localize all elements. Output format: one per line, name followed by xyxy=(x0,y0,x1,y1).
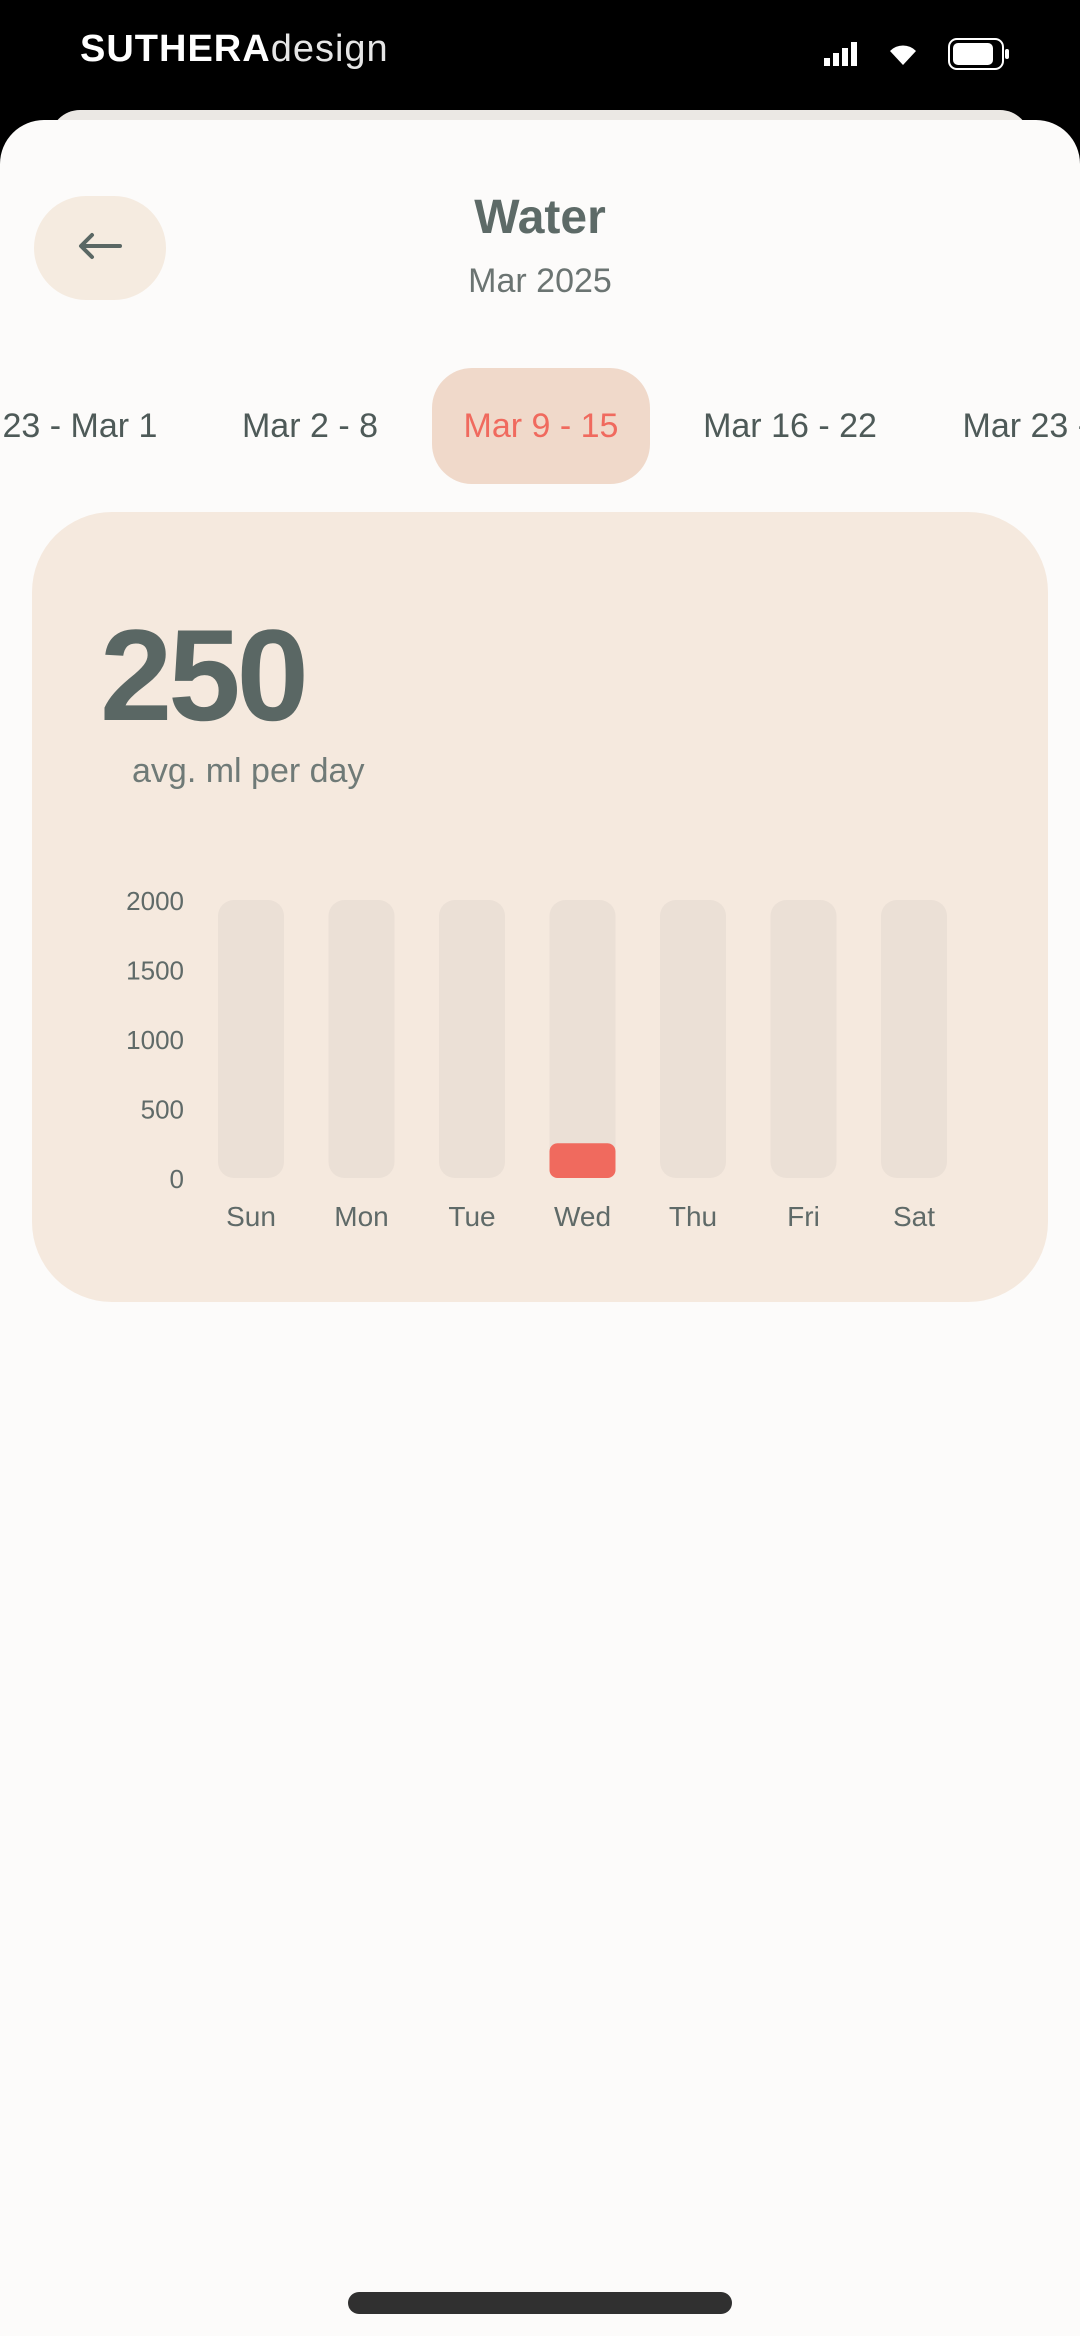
week-tab-active[interactable]: Mar 9 - 15 xyxy=(432,368,650,484)
brand-bold: SUTHERA xyxy=(80,28,271,70)
battery-icon xyxy=(948,38,1010,70)
wifi-icon xyxy=(886,41,920,67)
page-title: Water xyxy=(474,191,606,244)
page-subtitle: Mar 2025 xyxy=(468,262,612,300)
status-icons xyxy=(824,38,1010,70)
home-indicator xyxy=(348,2292,732,2314)
week-selector: 23 - Mar 1 Mar 2 - 8 Mar 9 - 15 Mar 16 -… xyxy=(0,368,1080,484)
summary-value: 250 xyxy=(100,602,309,748)
brand-light: design xyxy=(270,28,389,70)
week-tab[interactable]: 23 - Mar 1 xyxy=(0,368,180,484)
status-bar: SUTHERAdesign xyxy=(0,0,1080,110)
summary-label: avg. ml per day xyxy=(132,752,365,790)
week-tab[interactable]: Mar 2 - 8 xyxy=(220,368,400,484)
status-brand: SUTHERAdesign xyxy=(80,28,389,71)
week-tab[interactable]: Mar 16 - 22 xyxy=(690,368,890,484)
week-tab[interactable]: Mar 23 - 2 xyxy=(940,368,1080,484)
signal-icon xyxy=(824,42,858,66)
